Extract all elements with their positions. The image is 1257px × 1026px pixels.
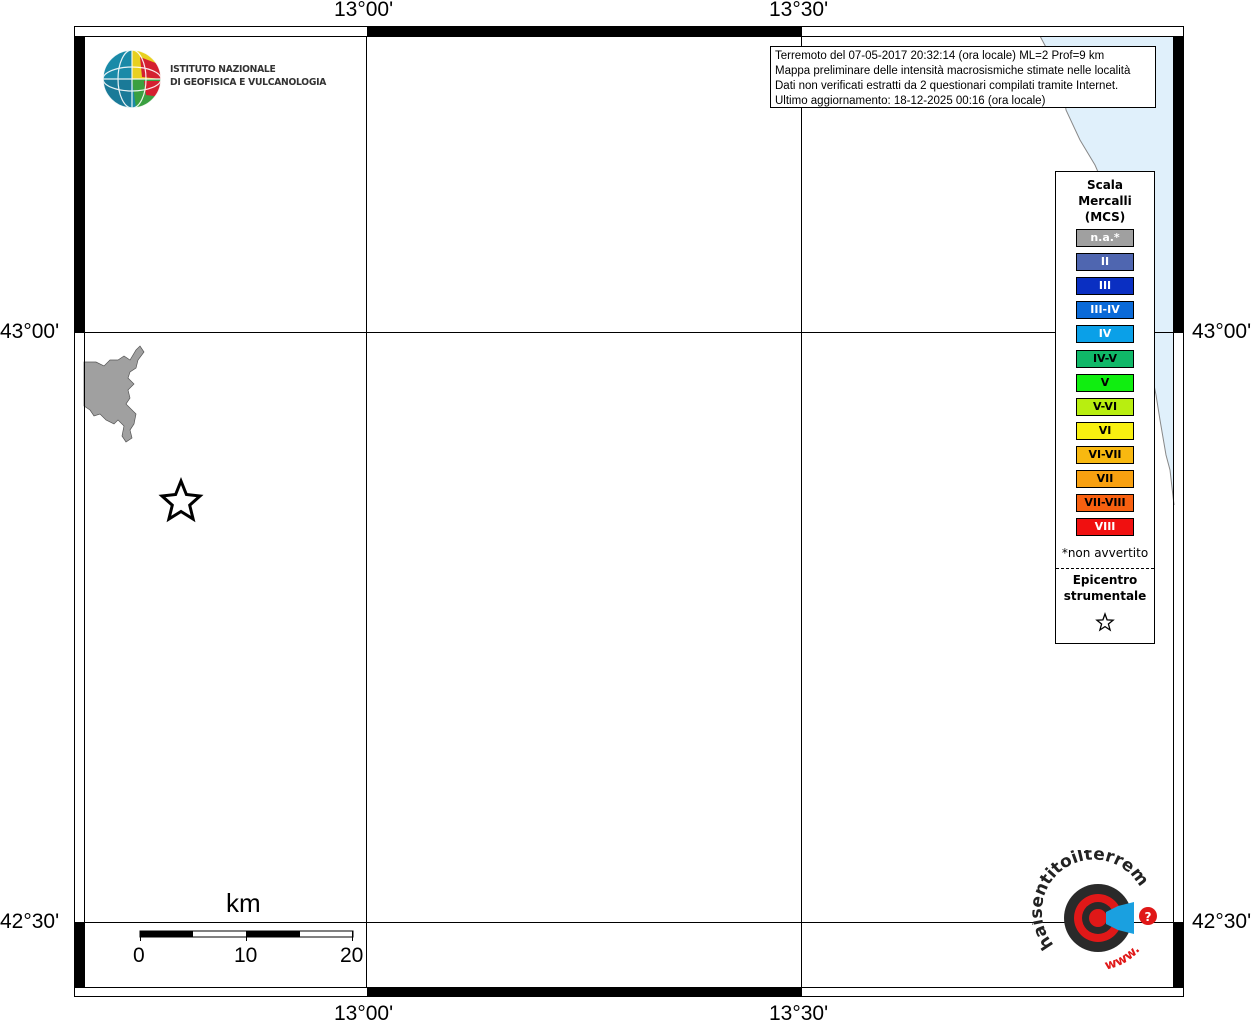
legend-star-icon xyxy=(1095,612,1115,632)
lon-label-bottom-1300: 13°00' xyxy=(334,1002,394,1025)
legend-swatch-vi-vii: VI-VII xyxy=(1076,445,1134,464)
scale-tick-0: 0 xyxy=(133,944,145,967)
event-info-line-3: Dati non verificati estratti da 2 questi… xyxy=(775,80,1119,92)
legend-swatch-vii-viii: VII-VIII xyxy=(1076,494,1134,513)
legend-swatch-iii-iv: III-IV xyxy=(1076,301,1134,320)
scale-unit: km xyxy=(226,888,261,918)
lat-label-right-4230: 42°30' xyxy=(1192,910,1252,933)
event-info-line-2: Mappa preliminare delle intensità macros… xyxy=(775,65,1131,77)
ingv-name: ISTITUTO NAZIONALE DI GEOFISICA E VULCAN… xyxy=(170,63,326,89)
legend-epicentre-line-1: Epicentro xyxy=(1072,573,1138,587)
legend-title-line-2: Mercalli xyxy=(1078,194,1132,208)
epicentre-star xyxy=(158,476,204,523)
svg-text:?: ? xyxy=(1145,910,1152,924)
legend-swatch-viii: VIII xyxy=(1076,518,1134,537)
legend-swatch-v: V xyxy=(1076,373,1134,392)
lat-label-right-4300: 43°00' xyxy=(1192,320,1252,343)
legend-title-line-3: (MCS) xyxy=(1084,210,1126,224)
legend-title-line-1: Scala xyxy=(1086,178,1124,192)
lat-label-left-4230: 42°30' xyxy=(0,910,60,933)
lon-label-top-1330: 13°30' xyxy=(769,0,829,21)
haisentito-logo: ? haisentitoilterremoto.it www. xyxy=(1032,850,1157,974)
legend-epicentre-line-2: strumentale xyxy=(1063,589,1147,603)
map-frame xyxy=(74,26,1184,997)
intensity-legend: Scala Mercalli (MCS) n.a.* II III III-IV IV I… xyxy=(1055,171,1155,644)
legend-swatch-n-a: n.a.* xyxy=(1076,229,1134,247)
legend-swatch-vi: VI xyxy=(1076,421,1134,440)
ingv-name-line-1: ISTITUTO NAZIONALE xyxy=(170,64,276,75)
legend-swatch-ii: II xyxy=(1076,253,1134,272)
legend-epicentre-label: Epicentro strumentale xyxy=(1056,572,1154,604)
scale-tick-20: 20 xyxy=(340,944,364,967)
urban-area xyxy=(83,345,145,443)
legend-swatch-iv: IV xyxy=(1076,325,1134,344)
event-info-box: Terremoto del 07-05-2017 20:32:14 (ora l… xyxy=(770,46,1156,108)
legend-swatch-iii: III xyxy=(1076,277,1134,296)
ingv-name-line-2: DI GEOFISICA E VULCANOLOGIA xyxy=(170,77,327,88)
legend-swatch-iv-v: IV-V xyxy=(1076,349,1134,368)
event-info-line-1: Terremoto del 07-05-2017 20:32:14 (ora l… xyxy=(775,50,1105,62)
lat-label-left-4300: 43°00' xyxy=(0,320,60,343)
scale-bar xyxy=(139,930,354,941)
event-info-line-4: Ultimo aggiornamento: 18-12-2025 00:16 (… xyxy=(775,95,1046,107)
legend-note: *non avvertito xyxy=(1061,546,1149,560)
graticule xyxy=(84,36,1174,988)
legend-title: Scala Mercalli (MCS) xyxy=(1056,177,1154,225)
legend-swatch-v-vi: V-VI xyxy=(1076,397,1134,416)
scale-tick-10: 10 xyxy=(234,944,258,967)
lon-label-top-1300: 13°00' xyxy=(334,0,394,21)
ingv-globe-logo xyxy=(102,49,162,109)
legend-swatch-vii: VII xyxy=(1076,470,1134,488)
legend-divider xyxy=(1056,568,1154,569)
lon-label-bottom-1330: 13°30' xyxy=(769,1002,829,1025)
